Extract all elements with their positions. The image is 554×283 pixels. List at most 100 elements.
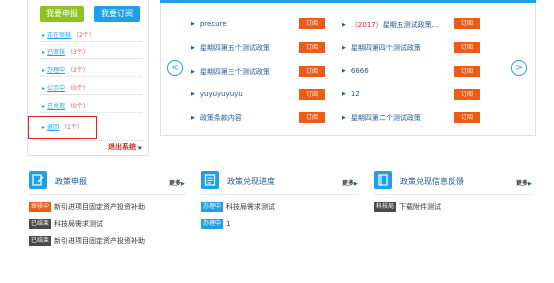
policy-item[interactable]: ▶ 12 bbox=[342, 90, 360, 98]
triangle-icon: ▶ bbox=[354, 181, 358, 187]
triangle-icon: ▶ bbox=[528, 181, 532, 187]
policy-title: 星期五测试政策... bbox=[382, 21, 439, 29]
status-count: （2个） bbox=[67, 67, 89, 74]
bullet-icon: ▸ bbox=[42, 85, 46, 92]
item-title: 科技局需求测试 bbox=[226, 203, 276, 211]
triangle-icon: ▶ bbox=[191, 21, 195, 27]
policy-title: 6666 bbox=[350, 67, 369, 75]
section-title: 政策申报 bbox=[55, 177, 87, 186]
subscribe-policy-button[interactable]: 订阅 bbox=[454, 42, 480, 53]
status-badge: 已结束 bbox=[29, 219, 52, 229]
subscribe-policy-button[interactable]: 订阅 bbox=[454, 66, 480, 77]
policy-title: yuyuyuyuyu bbox=[199, 90, 243, 98]
triangle-icon: ▶ bbox=[342, 68, 346, 74]
item-title: 新引进项目固定资产投资补助 bbox=[54, 203, 146, 211]
logout-label: 退出系统 bbox=[108, 143, 136, 151]
subscribe-button[interactable]: 我要订阅 bbox=[94, 6, 140, 22]
list-item[interactable]: 办理中 1 bbox=[201, 219, 230, 229]
more-label: 更多 bbox=[169, 180, 182, 187]
divider bbox=[40, 41, 142, 42]
status-badge: 已结束 bbox=[29, 236, 52, 246]
policy-item[interactable]: ▶ 星期四第五个测试政策 bbox=[191, 43, 270, 53]
more-link[interactable]: 更多▶ bbox=[342, 178, 358, 187]
policy-title: 星期四第二个测试政策 bbox=[350, 114, 421, 122]
policy-item[interactable]: ▶ （2017）星期五测试政策... bbox=[342, 20, 438, 30]
subscribe-policy-button[interactable]: 订阅 bbox=[299, 42, 325, 53]
highlight-box bbox=[28, 116, 97, 139]
subscribe-policy-button[interactable]: 订阅 bbox=[299, 89, 325, 100]
policy-item[interactable]: ▶ 星期四第三个测试政策 bbox=[191, 67, 270, 77]
more-link[interactable]: 更多▶ bbox=[516, 178, 532, 187]
document-list-icon bbox=[201, 171, 219, 189]
list-item[interactable]: 审核中 新引进项目固定资产投资补助 bbox=[29, 202, 145, 212]
triangle-icon: ▶ bbox=[342, 115, 346, 121]
policy-title: 星期四第三个测试政策 bbox=[199, 68, 270, 76]
status-item-processing[interactable]: ▸ 办理中 （2个） bbox=[42, 65, 89, 74]
more-label: 更多 bbox=[342, 180, 355, 187]
apply-button[interactable]: 我要申报 bbox=[40, 6, 84, 22]
status-count: （0个） bbox=[67, 103, 89, 110]
list-item[interactable]: 科技局 下载附件测试 bbox=[374, 202, 441, 212]
status-item-publicizing[interactable]: ▸ 公示中 （0个） bbox=[42, 83, 89, 92]
item-title: 1 bbox=[226, 220, 231, 228]
triangle-icon: ▶ bbox=[342, 22, 346, 28]
status-badge: 办理中 bbox=[201, 219, 224, 229]
status-label: 已审核 bbox=[47, 49, 66, 56]
section-title: 政策兑现进度 bbox=[227, 177, 275, 186]
status-badge: 审核中 bbox=[29, 202, 52, 212]
policy-item[interactable]: ▶ 星期四第二个测试政策 bbox=[342, 113, 421, 123]
logout-link[interactable]: 退出系统 ▶ bbox=[108, 142, 142, 152]
triangle-icon: ▶ bbox=[181, 181, 185, 187]
policy-item[interactable]: ▶ 星期四第四个测试政策 bbox=[342, 43, 421, 53]
status-item-redeemed[interactable]: ▸ 已兑现 （0个） bbox=[42, 101, 89, 110]
policy-item[interactable]: ▶ 政策条款内容 bbox=[191, 113, 242, 123]
divider bbox=[40, 140, 142, 141]
policy-title: precure bbox=[199, 20, 227, 28]
status-count: （2个） bbox=[73, 32, 95, 39]
subscribe-policy-button[interactable]: 订阅 bbox=[454, 18, 480, 29]
policy-item[interactable]: ▶ yuyuyuyuyu bbox=[191, 90, 243, 98]
section-title: 政策兑现信息反馈 bbox=[400, 177, 464, 186]
item-title: 科技局需求测试 bbox=[54, 220, 104, 228]
section-header-progress: 政策兑现进度 更多▶ bbox=[201, 171, 359, 195]
edit-document-icon bbox=[29, 171, 47, 189]
policy-year: （2017） bbox=[350, 21, 383, 29]
bullet-icon: ▸ bbox=[42, 67, 46, 74]
status-label: 正在审核 bbox=[47, 32, 72, 39]
department-badge: 科技局 bbox=[374, 202, 397, 212]
divider bbox=[40, 58, 142, 59]
section-header-feedback: 政策兑现信息反馈 更多▶ bbox=[374, 171, 534, 195]
subscribe-policy-button[interactable]: 订阅 bbox=[454, 112, 480, 123]
next-arrow-icon[interactable]: > bbox=[511, 60, 527, 76]
policy-title: 星期四第五个测试政策 bbox=[199, 44, 270, 52]
status-label: 办理中 bbox=[47, 67, 66, 74]
list-item[interactable]: 已结束 新引进项目固定资产投资补助 bbox=[29, 236, 145, 246]
status-count: （0个） bbox=[67, 85, 89, 92]
policy-title: 12 bbox=[350, 90, 360, 98]
subscribe-policy-button[interactable]: 订阅 bbox=[454, 89, 480, 100]
status-label: 已兑现 bbox=[47, 103, 66, 110]
subscribe-policy-button[interactable]: 订阅 bbox=[299, 18, 325, 29]
list-item[interactable]: 办理中 科技局需求测试 bbox=[201, 202, 275, 212]
bullet-icon: ▸ bbox=[42, 103, 46, 110]
divider bbox=[40, 76, 142, 77]
more-link[interactable]: 更多▶ bbox=[169, 178, 185, 187]
policy-title: 星期四第四个测试政策 bbox=[350, 44, 421, 52]
list-item[interactable]: 已结束 科技局需求测试 bbox=[29, 219, 103, 229]
status-label: 公示中 bbox=[47, 85, 66, 92]
policy-title: 政策条款内容 bbox=[199, 114, 242, 122]
item-title: 下载附件测试 bbox=[399, 203, 442, 211]
status-badge: 办理中 bbox=[201, 202, 224, 212]
policy-item[interactable]: ▶ 6666 bbox=[342, 67, 369, 75]
status-item-reviewed[interactable]: ▸ 已审核 （3个） bbox=[42, 47, 89, 56]
subscribe-policy-button[interactable]: 订阅 bbox=[299, 66, 325, 77]
policy-item[interactable]: ▶ precure bbox=[191, 20, 227, 28]
subscribe-policy-button[interactable]: 订阅 bbox=[299, 112, 325, 123]
triangle-icon: ▶ bbox=[191, 115, 195, 121]
more-label: 更多 bbox=[516, 180, 529, 187]
status-item-reviewing[interactable]: ▸ 正在审核 （2个） bbox=[42, 30, 95, 39]
prev-arrow-icon[interactable]: < bbox=[167, 60, 183, 76]
bullet-icon: ▸ bbox=[42, 32, 46, 39]
divider bbox=[40, 94, 142, 95]
book-icon bbox=[374, 171, 392, 189]
